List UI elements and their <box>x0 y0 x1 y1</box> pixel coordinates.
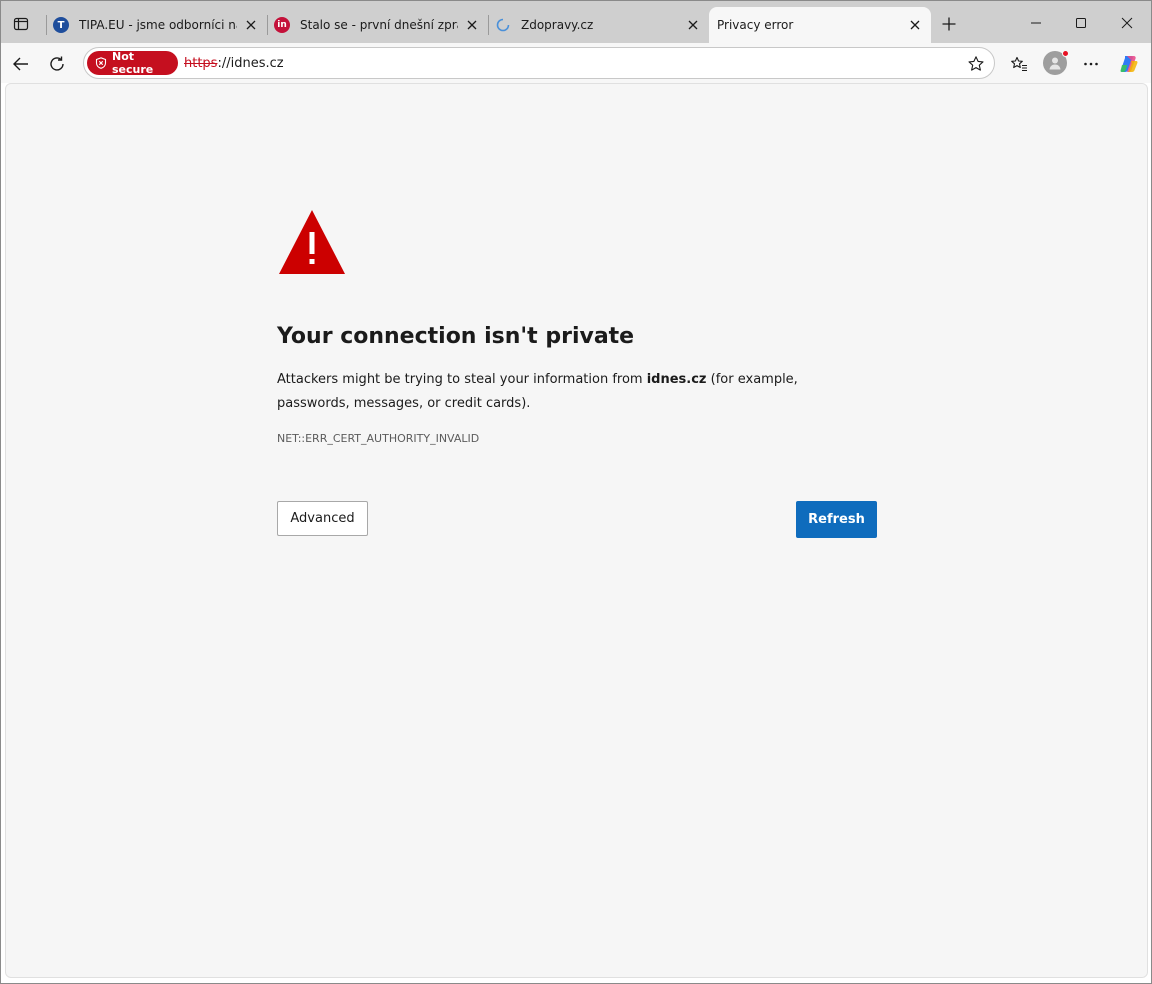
tab-actions-icon <box>13 17 29 31</box>
close-icon <box>467 20 477 30</box>
browser-window: T TIPA.EU - jsme odborníci na el in Stal… <box>0 0 1152 984</box>
tab-close-button[interactable] <box>464 17 480 33</box>
copilot-icon <box>1120 56 1138 72</box>
url-host: ://idnes.cz <box>217 56 284 71</box>
reload-icon <box>50 56 64 71</box>
maximize-icon <box>1076 18 1086 28</box>
copilot-button[interactable] <box>1115 50 1143 78</box>
close-icon <box>910 20 920 30</box>
tab-separator <box>267 15 268 35</box>
tab-close-button[interactable] <box>685 17 701 33</box>
tab-separator <box>46 15 47 35</box>
more-icon <box>1084 62 1098 66</box>
new-tab-button[interactable] <box>937 12 961 36</box>
tab-title: Privacy error <box>717 18 794 32</box>
back-button[interactable] <box>7 50 35 78</box>
tipa-favicon: T <box>53 17 69 33</box>
reload-button[interactable] <box>43 50 71 78</box>
browser-toolbar: Not secure https://idnes.cz <box>1 43 1151 83</box>
idnes-favicon: in <box>274 17 290 33</box>
error-description: Attackers might be trying to steal your … <box>277 368 867 416</box>
url-scheme: https <box>184 56 218 71</box>
close-icon <box>1121 17 1133 29</box>
advanced-button[interactable]: Advanced <box>277 501 368 536</box>
notification-dot <box>1062 50 1069 57</box>
close-icon <box>688 20 698 30</box>
close-icon <box>246 20 256 30</box>
close-window-button[interactable] <box>1105 9 1149 37</box>
back-arrow-icon <box>13 57 28 71</box>
error-code: NET::ERR_CERT_AUTHORITY_INVALID <box>277 432 480 445</box>
site-domain: idnes.cz <box>646 372 707 387</box>
add-favorite-button[interactable] <box>966 54 986 74</box>
warning-triangle-icon <box>279 210 345 274</box>
not-secure-label: Not secure <box>112 50 154 76</box>
page-content: Your connection isn't private Attackers … <box>5 83 1148 978</box>
minimize-icon <box>1031 22 1041 24</box>
person-icon <box>1049 57 1061 70</box>
plus-icon <box>942 17 956 31</box>
minimize-button[interactable] <box>1014 9 1058 37</box>
tab-zdopravy[interactable]: Zdopravy.cz <box>495 7 707 43</box>
star-icon <box>968 56 984 71</box>
tab-title: TIPA.EU - jsme odborníci na el <box>79 18 237 32</box>
url-text[interactable]: https://idnes.cz <box>184 56 284 71</box>
tab-title: Stalo se - první dnešní zprávy <box>300 18 458 32</box>
tab-strip: T TIPA.EU - jsme odborníci na el in Stal… <box>1 1 1151 43</box>
not-secure-badge[interactable]: Not secure <box>87 50 178 76</box>
tab-separator <box>488 15 489 35</box>
tab-title: Zdopravy.cz <box>521 18 594 32</box>
favorites-button[interactable] <box>1005 50 1033 78</box>
settings-more-button[interactable] <box>1077 50 1105 78</box>
shield-warning-icon <box>95 57 107 69</box>
tab-actions-button[interactable] <box>9 12 33 36</box>
tab-idnes[interactable]: in Stalo se - první dnešní zprávy <box>274 7 486 43</box>
tab-tipa[interactable]: T TIPA.EU - jsme odborníci na el <box>53 7 265 43</box>
address-bar[interactable]: Not secure https://idnes.cz <box>83 47 995 79</box>
profile-avatar[interactable] <box>1043 50 1069 75</box>
tab-close-button[interactable] <box>907 17 923 33</box>
maximize-button[interactable] <box>1059 9 1103 37</box>
tab-privacy-error[interactable]: Privacy error <box>709 7 931 43</box>
desc-text: Attackers might be trying to steal your … <box>277 372 647 387</box>
favorites-icon <box>1011 56 1027 72</box>
loading-favicon <box>495 17 511 33</box>
refresh-button[interactable]: Refresh <box>796 501 877 538</box>
tab-close-button[interactable] <box>243 17 259 33</box>
page-title: Your connection isn't private <box>277 324 635 349</box>
